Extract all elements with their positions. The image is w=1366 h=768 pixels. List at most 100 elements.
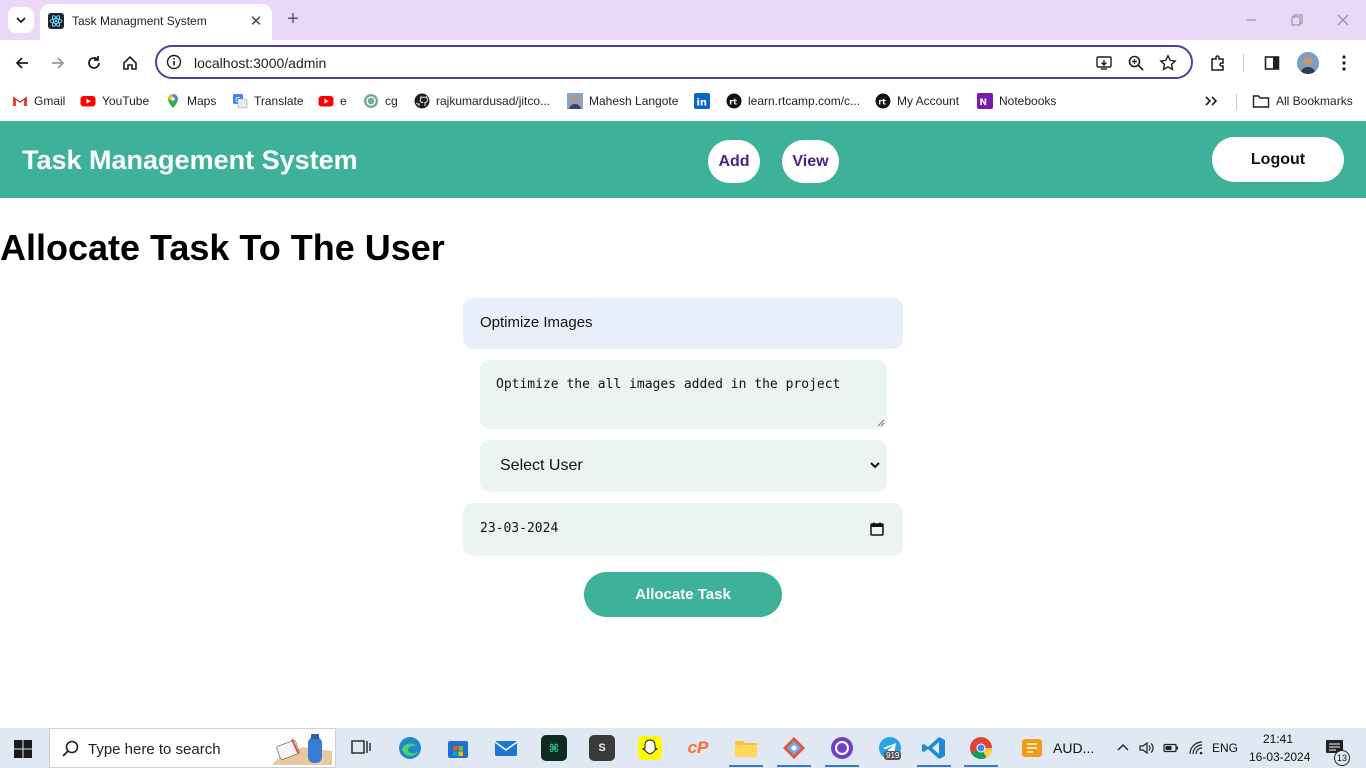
allocate-task-button[interactable]: Allocate Task <box>584 572 782 617</box>
github-desktop-icon[interactable] <box>829 735 855 761</box>
bookmark-label: Translate <box>254 94 304 108</box>
svg-text:in: in <box>697 98 708 109</box>
bookmark-mahesh[interactable]: Mahesh Langote <box>567 92 678 110</box>
onenote-icon: N <box>977 93 993 109</box>
search-highlight-icon <box>272 734 332 765</box>
zoom-icon[interactable] <box>1127 54 1145 72</box>
cpanel-icon[interactable]: cP <box>685 735 711 761</box>
edge-icon[interactable] <box>397 735 423 761</box>
view-nav-button[interactable]: View <box>782 140 839 183</box>
sublime-icon[interactable]: S <box>589 735 615 761</box>
close-window-button[interactable] <box>1320 0 1366 40</box>
clock-date[interactable]: 16-03-2024 <box>1249 750 1310 764</box>
avatar-icon <box>1297 52 1319 74</box>
bookmark-label: learn.rtcamp.com/c... <box>748 94 861 108</box>
taskbar-search[interactable]: Type here to search <box>49 728 336 768</box>
search-icon <box>62 740 79 757</box>
chevron-down-icon <box>870 462 880 469</box>
info-icon[interactable] <box>166 54 182 70</box>
profile-avatar[interactable] <box>1297 52 1319 74</box>
forward-button[interactable] <box>46 51 70 75</box>
side-panel-icon <box>1264 56 1280 70</box>
react-icon <box>48 13 64 29</box>
bookmark-notebooks[interactable]: N Notebooks <box>977 92 1056 110</box>
chevron-up-icon[interactable] <box>1115 740 1131 756</box>
add-nav-button[interactable]: Add <box>708 140 760 183</box>
task-description-textarea[interactable]: Optimize the all images added in the pro… <box>480 360 887 429</box>
extensions-button[interactable] <box>1207 52 1229 74</box>
bookmark-my-account[interactable]: rt My Account <box>875 92 959 110</box>
back-button[interactable] <box>10 51 34 75</box>
battery-icon[interactable] <box>1163 740 1179 756</box>
avatar-icon <box>567 93 583 109</box>
bookmark-linkedin[interactable]: in <box>694 92 716 110</box>
home-button[interactable] <box>118 51 142 75</box>
language-indicator[interactable]: ENG <box>1212 741 1238 755</box>
bookmark-label: e <box>340 94 347 108</box>
minimize-icon <box>1246 19 1256 21</box>
bookmark-youtube[interactable]: YouTube <box>80 92 149 110</box>
close-tab-icon[interactable]: ✕ <box>246 11 266 31</box>
chrome-active-indicator <box>964 765 998 767</box>
task-title-input[interactable]: Optimize Images <box>463 298 903 349</box>
new-tab-button[interactable]: + <box>282 8 304 30</box>
clock-time[interactable]: 21:41 <box>1263 732 1293 746</box>
vscode-icon[interactable] <box>921 735 947 761</box>
bookmark-cg[interactable]: cg <box>363 92 398 110</box>
bookmark-e[interactable]: e <box>318 92 347 110</box>
rtcamp-icon: rt <box>726 93 742 109</box>
telegram-badge: 919 <box>884 751 902 760</box>
tab-search-button[interactable] <box>8 7 34 33</box>
bookmark-rtcamp[interactable]: rt learn.rtcamp.com/c... <box>726 92 860 110</box>
audio-app-icon[interactable] <box>1019 735 1045 761</box>
audio-app-label[interactable]: AUD... <box>1053 740 1094 756</box>
minimize-button[interactable] <box>1228 0 1274 40</box>
bookmark-label: YouTube <box>102 94 150 108</box>
bookmark-label: cg <box>385 94 398 108</box>
snapchat-icon[interactable] <box>637 735 663 761</box>
bookmark-label: Gmail <box>34 94 66 108</box>
user-select[interactable]: Select User <box>480 440 887 492</box>
bookmark-gmail[interactable]: Gmail <box>12 92 65 110</box>
address-bar[interactable]: localhost:3000/admin <box>155 45 1193 79</box>
sourcetree-icon[interactable] <box>781 735 807 761</box>
all-bookmarks-button[interactable]: All Bookmarks <box>1252 92 1353 110</box>
bookmark-github[interactable]: rajkumardusad/jitco... <box>414 92 550 110</box>
url-text[interactable]: localhost:3000/admin <box>194 55 326 71</box>
home-icon <box>123 55 137 70</box>
side-panel-button[interactable] <box>1261 52 1283 74</box>
resize-grip-icon[interactable] <box>877 419 885 427</box>
puzzle-icon <box>1211 55 1224 71</box>
bookmark-maps[interactable]: Maps <box>165 92 216 110</box>
logout-button[interactable]: Logout <box>1212 137 1344 182</box>
microsoft-store-icon[interactable] <box>445 735 471 761</box>
browser-tab[interactable]: Task Managment System ✕ <box>40 4 272 40</box>
pycharm-icon[interactable]: ⌘ <box>541 735 567 761</box>
speaker-icon[interactable] <box>1138 740 1154 756</box>
wifi-icon[interactable] <box>1188 740 1204 756</box>
user-select-value: Select User <box>500 457 583 474</box>
restore-button[interactable] <box>1274 0 1320 40</box>
due-date-input[interactable]: 23-03-2024 <box>463 503 903 556</box>
star-icon[interactable] <box>1159 54 1177 72</box>
reload-icon <box>88 56 100 69</box>
restore-icon <box>1291 14 1303 26</box>
file-explorer-icon[interactable] <box>733 735 759 761</box>
calendar-icon[interactable] <box>870 522 884 536</box>
chevron-down-icon <box>16 17 26 24</box>
more-vertical-icon <box>1342 55 1346 71</box>
svg-text:rt: rt <box>878 98 886 107</box>
gmail-icon <box>12 96 28 106</box>
windows-start-icon[interactable] <box>12 738 34 760</box>
chrome-icon[interactable] <box>968 735 994 761</box>
maps-icon <box>168 94 178 108</box>
tab-title: Task Managment System <box>72 14 207 28</box>
install-app-icon[interactable] <box>1095 54 1113 72</box>
more-bookmarks-button[interactable] <box>1204 92 1218 110</box>
reload-button[interactable] <box>82 51 106 75</box>
bookmark-translate[interactable]: G Translate <box>232 92 304 110</box>
menu-button[interactable] <box>1333 52 1355 74</box>
mail-icon[interactable] <box>493 735 519 761</box>
task-view-icon[interactable] <box>348 735 374 761</box>
page-title: Allocate Task To The User <box>0 227 445 268</box>
